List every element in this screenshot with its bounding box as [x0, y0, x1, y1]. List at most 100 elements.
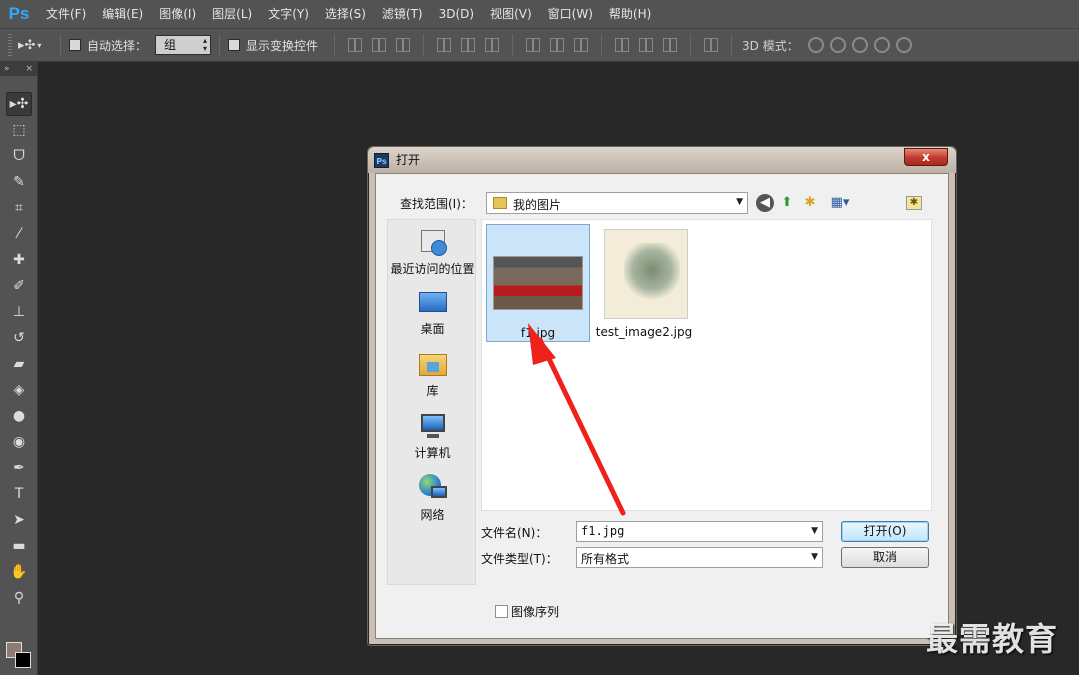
filetype-value: 所有格式 — [581, 552, 630, 566]
3d-roll-icon[interactable] — [829, 37, 846, 53]
auto-select-label: 自动选择： — [87, 38, 148, 53]
filename-label: 文件名(N)： — [481, 526, 548, 540]
hand-tool-icon[interactable]: ✋ — [6, 560, 32, 584]
move-tool-icon[interactable]: ▸✣ — [6, 92, 32, 116]
marquee-tool-icon[interactable]: ⬚ — [6, 118, 32, 142]
menu-help[interactable]: 帮助(H) — [601, 0, 659, 28]
chevron-down-icon[interactable]: ▼ — [811, 552, 818, 562]
place-desktop[interactable]: 桌面 — [388, 286, 477, 337]
chevron-down-icon[interactable]: ▼ — [811, 526, 818, 536]
3d-slide-icon[interactable] — [873, 37, 890, 53]
lookin-dropdown[interactable]: 我的图片 ▼ — [486, 192, 748, 214]
file-thumbnail — [493, 230, 583, 320]
menu-edit[interactable]: 编辑(E) — [94, 0, 151, 28]
place-recent[interactable]: 最近访问的位置 — [388, 226, 477, 277]
file-item-f1[interactable]: f1.jpg — [486, 224, 590, 342]
filename-input[interactable]: f1.jpg ▼ — [576, 521, 823, 542]
view-menu-icon[interactable]: ▦▾ — [826, 194, 854, 212]
bridge-icon[interactable]: ✱ — [906, 196, 922, 210]
color-swatches[interactable] — [4, 636, 36, 670]
lasso-tool-icon[interactable]: ᗜ — [6, 144, 32, 168]
align-top-icon[interactable] — [348, 38, 363, 52]
align-hcenter-icon[interactable] — [461, 38, 476, 52]
separator — [690, 34, 692, 56]
place-computer[interactable]: 计算机 — [388, 410, 477, 461]
place-network[interactable]: 网络 — [388, 472, 477, 523]
align-vcenter-icon[interactable] — [372, 38, 387, 52]
back-icon[interactable]: ◀ — [756, 194, 774, 212]
align-bottom-icon[interactable] — [396, 38, 411, 52]
open-button[interactable]: 打开(O) — [841, 521, 929, 542]
folder-icon — [493, 197, 507, 209]
distribute-hcenter-icon[interactable] — [639, 38, 654, 52]
dialog-titlebar[interactable]: Ps 打开 x — [368, 147, 956, 173]
healing-brush-tool-icon[interactable]: ✚ — [6, 248, 32, 272]
menu-window[interactable]: 窗口(W) — [540, 0, 601, 28]
history-brush-tool-icon[interactable]: ↺ — [6, 326, 32, 350]
separator — [731, 34, 733, 56]
image-sequence-checkbox[interactable] — [495, 605, 508, 618]
menu-view[interactable]: 视图(V) — [482, 0, 540, 28]
place-libraries[interactable]: 库 — [388, 348, 477, 399]
paint-bucket-tool-icon[interactable]: ◈ — [6, 378, 32, 402]
menu-type[interactable]: 文字(Y) — [260, 0, 317, 28]
eraser-tool-icon[interactable]: ▰ — [6, 352, 32, 376]
lookin-label: 查找范围(I)： — [400, 197, 473, 211]
file-list: f1.jpg test_image2.jpg — [481, 219, 932, 511]
toolbox-panel: » × ▸✣ ⬚ ᗜ ✎ ⌗ ⁄ ✚ ✐ ⊥ ↺ ▰ ◈ ● ◉ ✒ T ➤ ▬… — [0, 62, 38, 675]
collapse-icon[interactable]: » — [4, 64, 10, 74]
up-folder-icon[interactable]: ⬆ — [778, 194, 796, 212]
pen-tool-icon[interactable]: ✒ — [6, 456, 32, 480]
menu-file[interactable]: 文件(F) — [38, 0, 94, 28]
align-left-icon[interactable] — [437, 38, 452, 52]
path-select-tool-icon[interactable]: ➤ — [6, 508, 32, 532]
file-name-label: f1.jpg — [520, 326, 556, 340]
zoom-tool-icon[interactable]: ⚲ — [6, 586, 32, 610]
eyedropper-tool-icon[interactable]: ⁄ — [6, 222, 32, 246]
menu-bar: Ps 文件(F) 编辑(E) 图像(I) 图层(L) 文字(Y) 选择(S) 滤… — [0, 0, 1079, 28]
auto-align-icon[interactable] — [704, 38, 719, 52]
distribute-right-icon[interactable] — [663, 38, 678, 52]
blur-tool-icon[interactable]: ● — [6, 404, 32, 428]
background-color-swatch[interactable] — [15, 652, 31, 668]
auto-select-checkbox[interactable] — [69, 39, 81, 51]
align-right-icon[interactable] — [485, 38, 500, 52]
menu-select[interactable]: 选择(S) — [317, 0, 374, 28]
rectangle-tool-icon[interactable]: ▬ — [6, 534, 32, 558]
cancel-button[interactable]: 取消 — [841, 547, 929, 568]
desktop-icon — [417, 286, 449, 318]
distribute-left-icon[interactable] — [615, 38, 630, 52]
distribute-top-icon[interactable] — [526, 38, 541, 52]
dodge-tool-icon[interactable]: ◉ — [6, 430, 32, 454]
move-tool-preset-icon[interactable]: ▸✣ ▾ — [18, 38, 52, 53]
distribute-vcenter-icon[interactable] — [550, 38, 565, 52]
distribute-bottom-icon[interactable] — [574, 38, 589, 52]
menu-filter[interactable]: 滤镜(T) — [374, 0, 431, 28]
crop-tool-icon[interactable]: ⌗ — [6, 196, 32, 220]
image-sequence-option[interactable]: 图像序列 — [495, 603, 559, 620]
type-tool-icon[interactable]: T — [6, 482, 32, 506]
menu-layer[interactable]: 图层(L) — [204, 0, 260, 28]
filetype-dropdown[interactable]: 所有格式 ▼ — [576, 547, 823, 568]
show-transform-checkbox[interactable] — [228, 39, 241, 51]
recent-places-icon — [417, 226, 449, 258]
clone-stamp-tool-icon[interactable]: ⊥ — [6, 300, 32, 324]
file-item-test-image2[interactable]: test_image2.jpg — [592, 224, 696, 342]
options-grip[interactable] — [8, 34, 12, 56]
3d-pan-icon[interactable] — [851, 37, 868, 53]
quick-select-tool-icon[interactable]: ✎ — [6, 170, 32, 194]
file-name-label: test_image2.jpg — [595, 325, 693, 339]
photoshop-app-icon: Ps — [374, 153, 389, 168]
close-panel-icon[interactable]: × — [25, 64, 33, 74]
auto-select-dropdown[interactable]: 组 ▴ ▾ — [155, 35, 212, 55]
brush-tool-icon[interactable]: ✐ — [6, 274, 32, 298]
menu-3d[interactable]: 3D(D) — [431, 0, 482, 28]
3d-scale-icon[interactable] — [895, 37, 912, 53]
new-folder-icon[interactable]: ✱ — [801, 194, 819, 212]
menu-image[interactable]: 图像(I) — [151, 0, 204, 28]
close-button[interactable]: x — [904, 148, 948, 166]
photoshop-logo: Ps — [8, 4, 30, 23]
updown-arrows-icon: ▴ ▾ — [203, 36, 208, 53]
image-sequence-label: 图像序列 — [511, 605, 560, 619]
3d-rotate-icon[interactable] — [807, 37, 824, 53]
